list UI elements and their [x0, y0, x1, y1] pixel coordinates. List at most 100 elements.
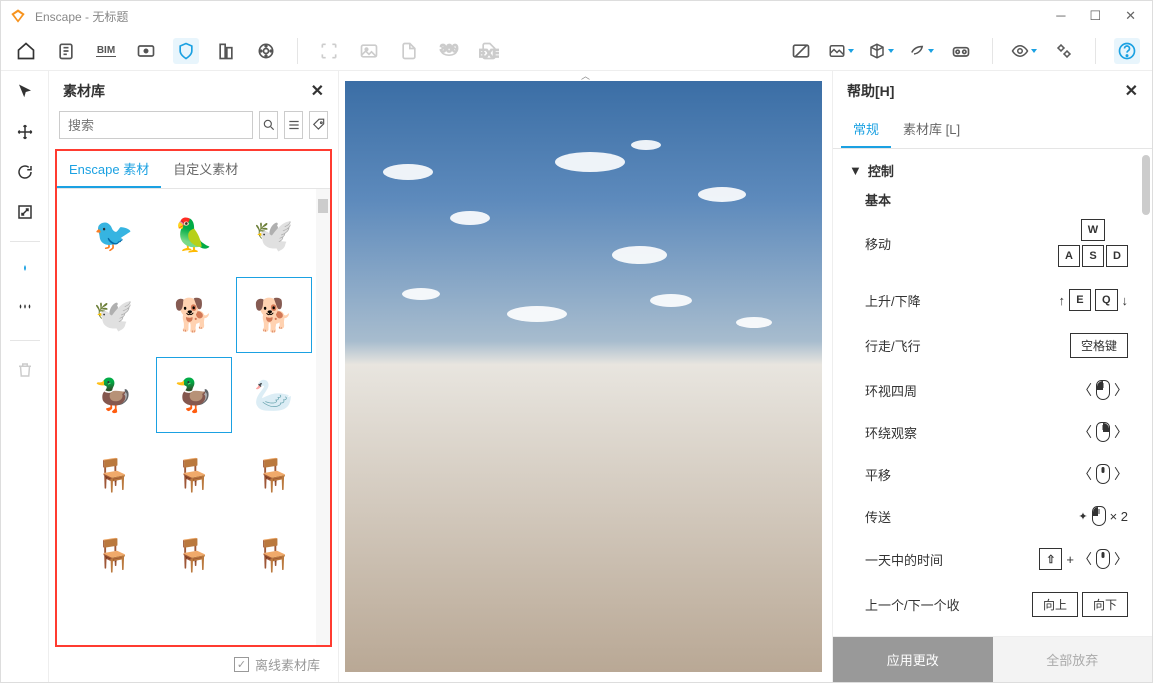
asset-thumb: 🪑 [164, 445, 224, 505]
asset-item-birds-flock-01[interactable]: 🕊️ [236, 197, 312, 273]
settings-icon[interactable] [1051, 38, 1077, 64]
help-prevnext-label: 上一个/下一个收 [865, 595, 960, 614]
building-icon[interactable] [213, 38, 239, 64]
file-export-icon[interactable] [396, 38, 422, 64]
bim-icon[interactable]: BIM [93, 38, 119, 64]
select-tool-icon[interactable] [12, 79, 38, 105]
delete-tool-icon[interactable] [12, 357, 38, 383]
maximize-button[interactable]: ☐ [1089, 8, 1101, 24]
svg-text:360: 360 [440, 42, 458, 54]
asset-item-chair-03[interactable]: 🪑 [236, 437, 312, 513]
visibility-dropdown[interactable] [1011, 38, 1037, 64]
exe-export-icon[interactable]: EXE [476, 38, 502, 64]
asset-thumb: 🪑 [164, 525, 224, 585]
app-logo-icon [9, 7, 27, 25]
search-button[interactable] [259, 111, 278, 139]
asset-thumb: 🕊️ [84, 285, 144, 345]
asset-thumb: 🕊️ [244, 205, 304, 265]
image-icon[interactable] [356, 38, 382, 64]
help-icon[interactable] [1114, 38, 1140, 64]
main-toolbar: BIM 360 EXE [1, 31, 1152, 71]
image-off-icon[interactable] [788, 38, 814, 64]
asset-thumb: 🦆 [164, 365, 224, 425]
scale-tool-icon[interactable] [12, 199, 38, 225]
asset-item-chair-05[interactable]: 🪑 [156, 517, 232, 593]
list-view-button[interactable] [284, 111, 303, 139]
asset-item-duck-01[interactable]: 🦆 [76, 357, 152, 433]
scene-3d[interactable] [345, 81, 822, 672]
help-teleport-label: 传送 [865, 507, 891, 526]
asset-item-chair-04[interactable]: 🪑 [76, 517, 152, 593]
asset-item-dog-01[interactable]: 🐕 [156, 277, 232, 353]
help-updown-label: 上升/下降 [865, 291, 921, 310]
svg-text:EXE: EXE [479, 47, 499, 59]
asset-item-chair-01[interactable]: 🪑 [76, 437, 152, 513]
help-tab-general[interactable]: 常规 [841, 111, 891, 148]
asset-item-bird-01[interactable]: 🐦 [76, 197, 152, 273]
asset-item-swan[interactable]: 🦢 [236, 357, 312, 433]
apply-button[interactable]: 应用更改 [833, 637, 993, 682]
asset-item-dog-02[interactable]: 🐕 [236, 277, 312, 353]
clipboard-icon[interactable] [53, 38, 79, 64]
video-icon[interactable] [253, 38, 279, 64]
tab-custom-assets[interactable]: 自定义素材 [161, 151, 250, 188]
asset-thumb: 🐕 [244, 285, 304, 345]
help-sub-basic: 基本 [865, 190, 1136, 209]
help-panel-title: 帮助[H] [847, 81, 894, 101]
discard-button[interactable]: 全部放弃 [993, 637, 1153, 682]
sidebar-tools [1, 71, 49, 682]
offline-checkbox[interactable]: ✓ [234, 657, 249, 672]
wing-dropdown[interactable] [908, 38, 934, 64]
asset-thumb: 🪑 [244, 525, 304, 585]
panorama-icon[interactable]: 360 [436, 38, 462, 64]
tab-enscape-assets[interactable]: Enscape 素材 [57, 151, 161, 188]
asset-item-chair-06[interactable]: 🪑 [236, 517, 312, 593]
asset-item-birds-flock-02[interactable]: 🕊️ [76, 277, 152, 353]
tag-button[interactable] [309, 111, 328, 139]
trees-tool-icon[interactable] [12, 298, 38, 324]
asset-scrollbar[interactable] [316, 189, 330, 645]
asset-area: Enscape 素材 自定义素材 🐦🦜🕊️🕊️🐕🐕🦆🦆🦢🪑🪑🪑🪑🪑🪑 [55, 149, 332, 647]
asset-thumb: 🪑 [244, 445, 304, 505]
move-tool-icon[interactable] [12, 119, 38, 145]
capture-icon[interactable] [316, 38, 342, 64]
minimize-button[interactable]: ─ [1056, 8, 1065, 24]
help-tab-library[interactable]: 素材库 [L] [891, 111, 972, 148]
help-scrollbar[interactable] [1142, 155, 1150, 215]
prevnext-ctrl: 向上向下 [1032, 592, 1128, 617]
time-ctrl: ⇧+〈〉 [1039, 548, 1128, 570]
close-asset-panel[interactable]: ✕ [311, 81, 324, 101]
help-walkfly-label: 行走/飞行 [865, 336, 921, 355]
window-title: Enscape - 无标题 [35, 8, 1056, 25]
offline-label: 离线素材库 [255, 655, 320, 674]
titlebar: Enscape - 无标题 ─ ☐ ✕ [1, 1, 1152, 31]
asset-thumb: 🦜 [164, 205, 224, 265]
orbit-mouse: 〈〉 [1078, 422, 1128, 442]
close-button[interactable]: ✕ [1125, 8, 1136, 24]
plant-tool-icon[interactable] [12, 258, 38, 284]
viewport: ︿ [339, 71, 832, 682]
rotate-tool-icon[interactable] [12, 159, 38, 185]
asset-item-duck-02[interactable]: 🦆 [156, 357, 232, 433]
eq-keys: ↑EQ↓ [1058, 289, 1128, 311]
asset-library-panel: 素材库 ✕ Enscape 素材 自定义素材 🐦🦜🕊️🕊️🐕🐕🦆🦆🦢🪑🪑🪑🪑🪑🪑 [49, 71, 339, 682]
asset-thumb: 🐦 [84, 205, 144, 265]
shield-icon[interactable] [173, 38, 199, 64]
gallery-dropdown[interactable] [828, 38, 854, 64]
help-pan-label: 平移 [865, 465, 891, 484]
asset-panel-title: 素材库 [63, 81, 105, 101]
expand-handle[interactable]: ︿ [526, 71, 646, 79]
asset-item-chair-02[interactable]: 🪑 [156, 437, 232, 513]
asset-thumb: 🪑 [84, 525, 144, 585]
help-orbit-label: 环绕观察 [865, 423, 917, 442]
asset-thumb: 🦆 [84, 365, 144, 425]
view-icon[interactable] [133, 38, 159, 64]
home-icon[interactable] [13, 38, 39, 64]
cube-dropdown[interactable] [868, 38, 894, 64]
help-panel: 帮助[H] ✕ 常规 素材库 [L] ▼控制 基本 移动 W ASD [832, 71, 1152, 682]
asset-item-bird-02[interactable]: 🦜 [156, 197, 232, 273]
vr-icon[interactable] [948, 38, 974, 64]
search-input[interactable] [59, 111, 253, 139]
close-help-panel[interactable]: ✕ [1125, 81, 1138, 101]
asset-thumb: 🐕 [164, 285, 224, 345]
